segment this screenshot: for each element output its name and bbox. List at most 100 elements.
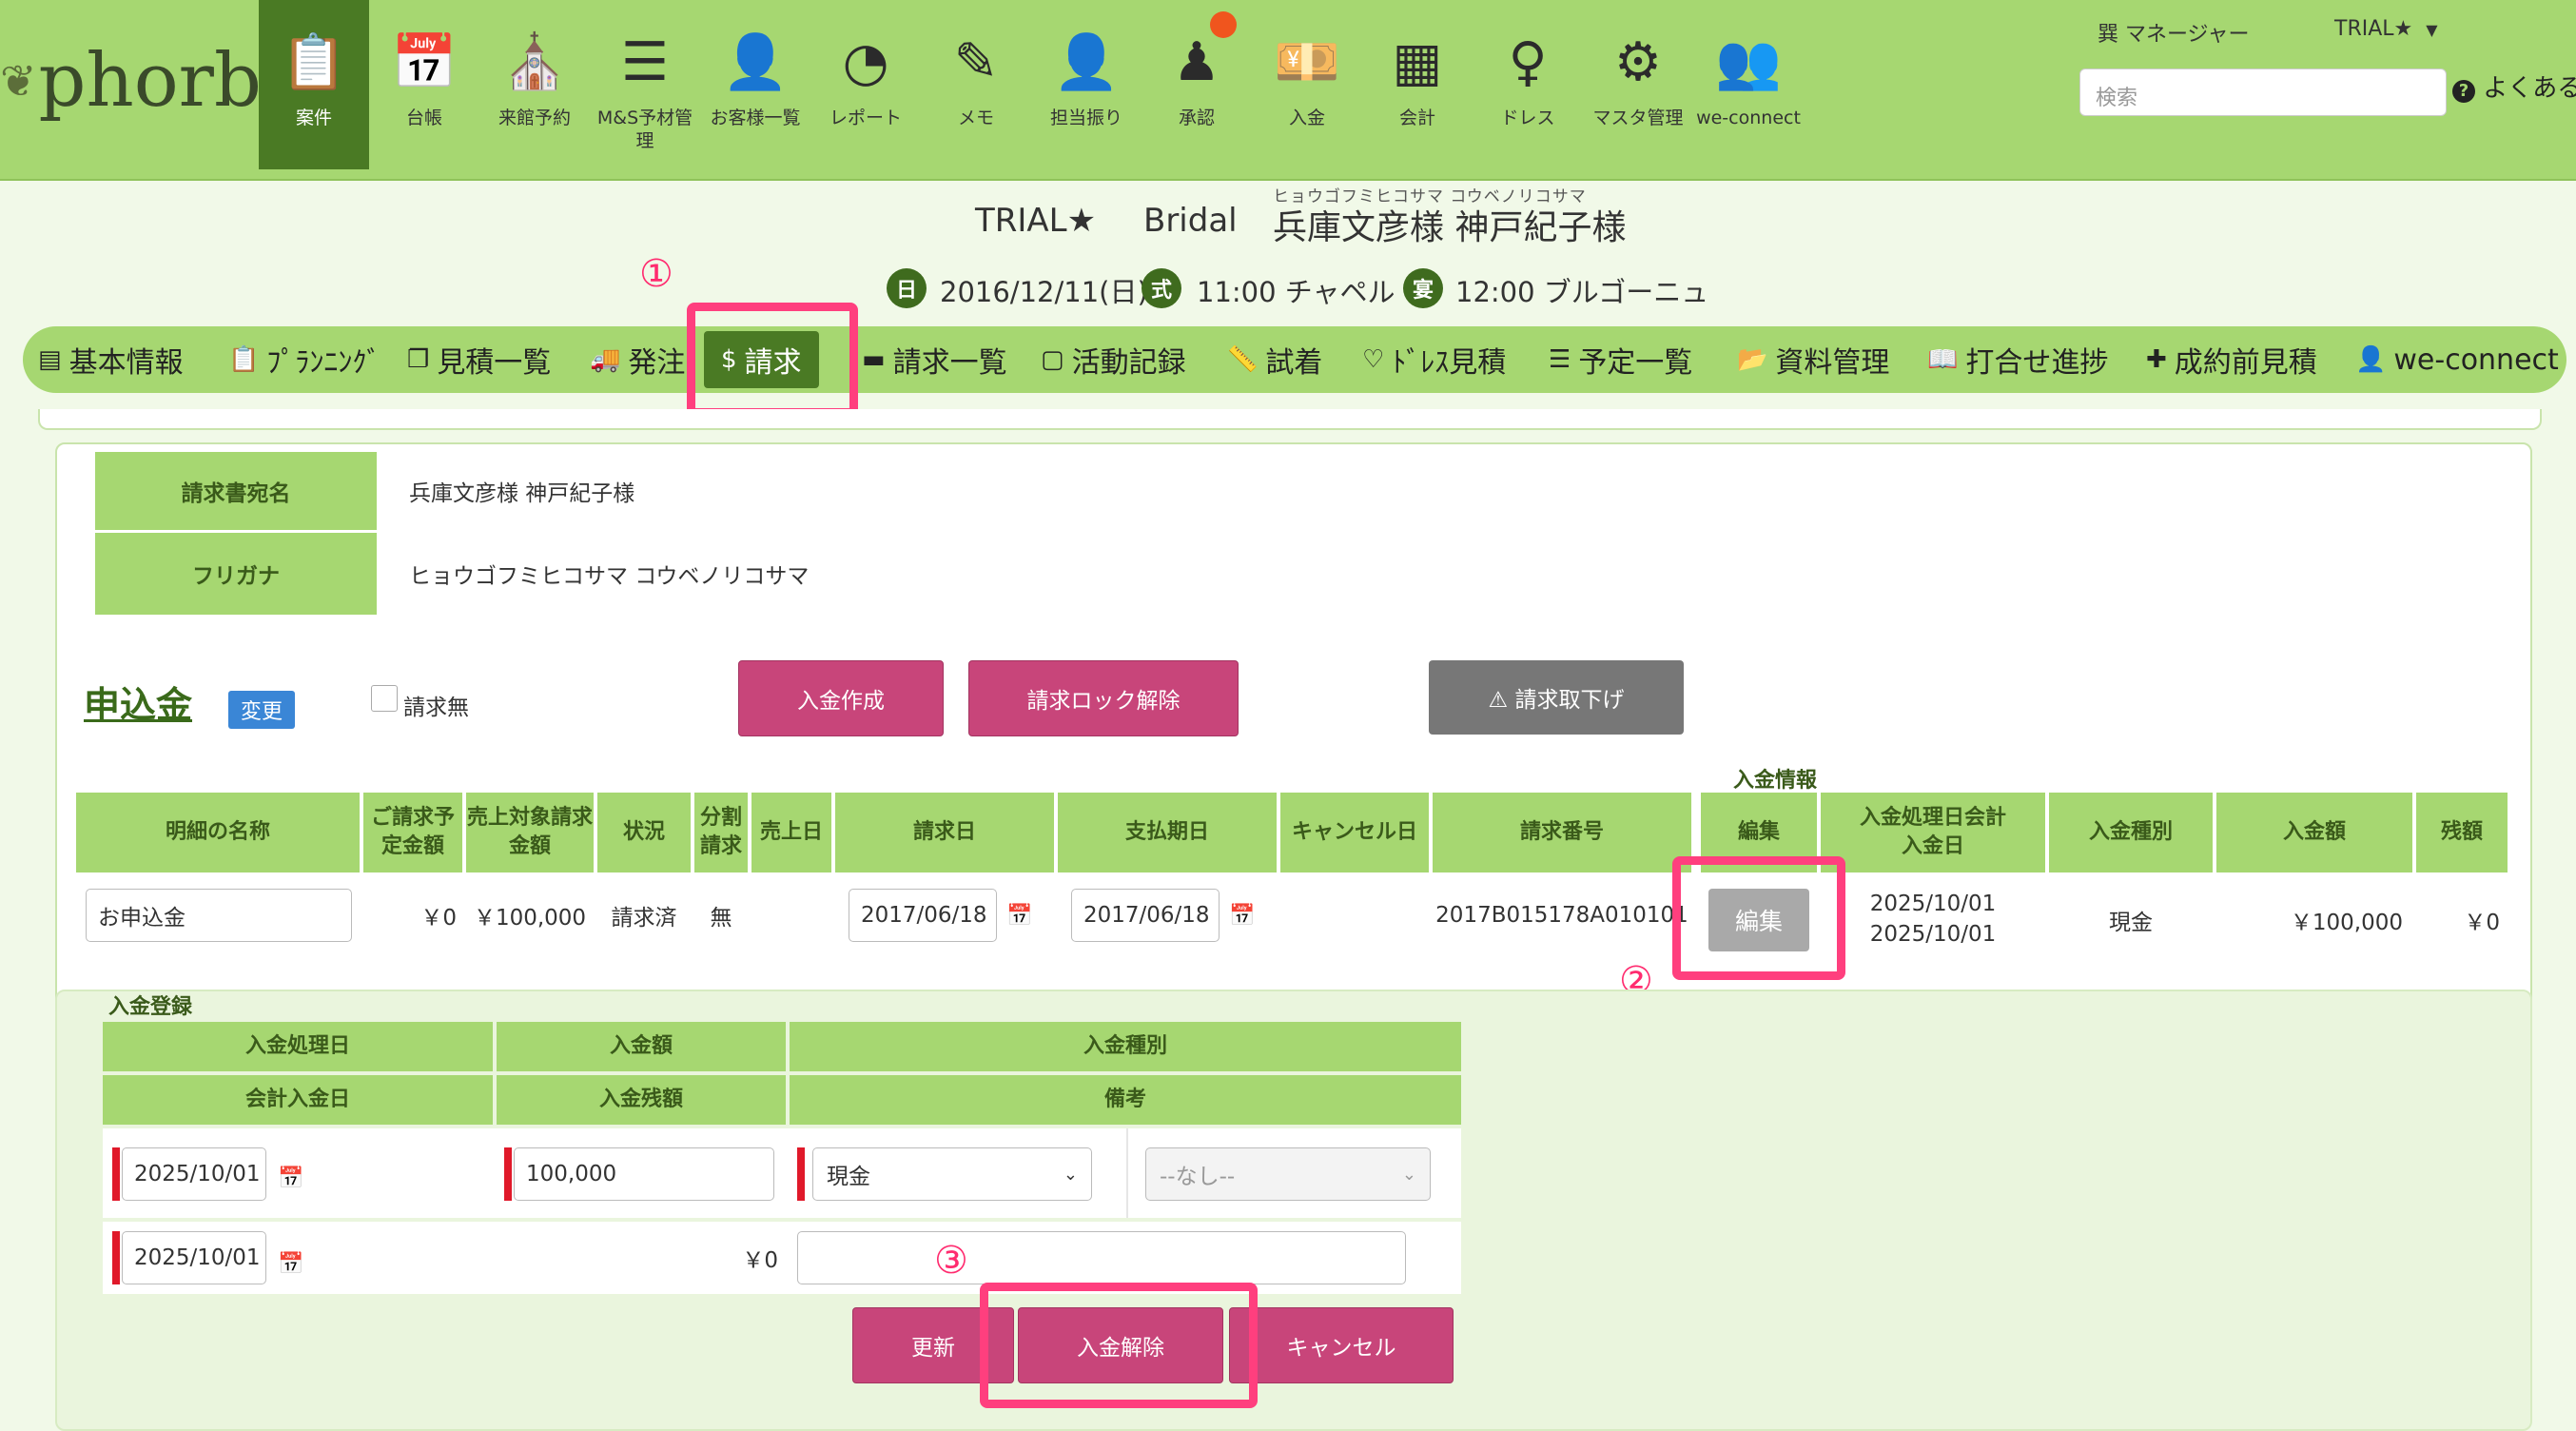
tab-5[interactable]: ▬ 請求一覧 [862, 326, 1007, 393]
required-marker [797, 1147, 805, 1201]
trial-dropdown[interactable]: TRIAL★ ▼ [2334, 17, 2438, 41]
nav-item-9[interactable]: 💴 入金 [1252, 0, 1362, 169]
account-date-input[interactable]: 2025/10/01 [122, 1231, 266, 1284]
tab-label: 資料管理 [1775, 346, 1890, 380]
tab-13[interactable]: 👤 we-connect [2355, 326, 2559, 393]
col-amount: 入金額 [497, 1022, 786, 1071]
create-payment-button[interactable]: 入金作成 [738, 660, 944, 736]
plan-name: TRIAL★ [975, 202, 1097, 240]
calendar-icon[interactable]: 📅 [278, 1252, 303, 1276]
nav-item-8[interactable]: ♟ 承認 [1142, 0, 1252, 169]
amount-input[interactable]: 100,000 [514, 1147, 774, 1201]
chevron-down-icon: ⌄ [1063, 1164, 1078, 1185]
nav-item-3[interactable]: ☰ M&S予材管理 [590, 0, 700, 169]
event-type: Bridal [1143, 202, 1238, 240]
users-gear-icon: 👥 [1715, 31, 1782, 93]
col-cancel-date: キャンセル日 [1280, 793, 1429, 872]
nav-item-2[interactable]: ⛪ 来館予約 [479, 0, 590, 169]
nav-item-label: 台帳 [405, 108, 442, 128]
col-process-date: 入金処理日会計入金日 [1821, 793, 2045, 872]
due-date-input[interactable]: 2017/06/18 [1071, 889, 1220, 942]
nav-item-12[interactable]: ⚙ マスタ管理 [1583, 0, 1693, 169]
col-payment-type: 入金種別 [2049, 793, 2213, 872]
col-invoice-number: 請求番号 [1433, 793, 1691, 872]
item-name-input[interactable]: お申込金 [86, 889, 352, 942]
tab-7[interactable]: 📏 試着 [1227, 326, 1322, 393]
file-plus-icon: ✚ [2146, 345, 2167, 374]
process-date-input[interactable]: 2025/10/01 [122, 1147, 266, 1201]
caret-down-icon: ▼ [2426, 21, 2438, 39]
note-input[interactable] [797, 1231, 1406, 1284]
tab-2[interactable]: ❐ 見積一覧 [407, 326, 551, 393]
balance-value: ￥0 [742, 1248, 778, 1273]
nav-item-label: 案件 [295, 108, 332, 128]
tab-11[interactable]: 📖 打合せ進捗 [1927, 326, 2108, 393]
calendar-icon[interactable]: 📅 [1229, 904, 1255, 928]
payment-type-select[interactable]: 現金 ⌄ [812, 1147, 1092, 1201]
list-icon: ☰ [1549, 345, 1571, 374]
nav-item-6[interactable]: ✎ メモ [921, 0, 1031, 169]
ceremony-time: 11:00 チャペル [1197, 276, 1395, 308]
calendar-icon: 📅 [391, 31, 458, 93]
manager-name[interactable]: 巽 マネージャー [2098, 17, 2249, 48]
paid-amount: ￥100,000 [2290, 911, 2403, 935]
addressee-label: 請求書宛名 [95, 452, 377, 530]
nav-item-1[interactable]: 📅 台帳 [369, 0, 479, 169]
calendar-icon[interactable]: 📅 [278, 1166, 303, 1190]
nav-item-10[interactable]: ▦ 会計 [1362, 0, 1473, 169]
nav-item-13[interactable]: 👥 we-connect [1693, 0, 1804, 169]
step-marker-3: ③ [934, 1239, 968, 1283]
tab-12[interactable]: ✚ 成約前見積 [2146, 326, 2317, 393]
nav-item-4[interactable]: 👤 お客様一覧 [700, 0, 810, 169]
tab-9[interactable]: ☰ 予定一覧 [1549, 326, 1692, 393]
tab-label: 予定一覧 [1578, 346, 1693, 380]
nav-item-0[interactable]: 📋 案件 [259, 0, 369, 169]
payment-subtype-select[interactable]: --なし-- ⌄ [1145, 1147, 1431, 1201]
tab-label: we-connect [2393, 343, 2559, 377]
nav-item-label: 会計 [1398, 108, 1435, 128]
tab-label: ﾌﾟﾗﾝﾆﾝｸﾞ [266, 346, 381, 380]
search-input[interactable]: 検索 [2079, 69, 2447, 116]
tab-1[interactable]: 📋 ﾌﾟﾗﾝﾆﾝｸﾞ [228, 326, 381, 393]
logo[interactable]: ❦ phorbs [0, 29, 300, 133]
calculator-icon: ▦ [1392, 31, 1443, 93]
tab-label: 見積一覧 [437, 346, 552, 380]
col-balance: 入金残額 [497, 1075, 786, 1125]
no-invoice-checkbox[interactable] [371, 685, 398, 712]
nav-item-label: マスタ管理 [1592, 108, 1684, 128]
nav-item-11[interactable]: ♀ ドレス [1473, 0, 1583, 169]
reception-time: 12:00 ブルゴーニュ [1455, 276, 1709, 308]
nav-item-7[interactable]: 👤 担当振り [1031, 0, 1142, 169]
withdraw-invoice-button[interactable]: ⚠ 請求取下げ [1429, 660, 1684, 735]
invoice-date-input[interactable]: 2017/06/18 [849, 889, 997, 942]
unlock-invoice-button[interactable]: 請求ロック解除 [968, 660, 1239, 736]
payment-type: 現金 [2109, 911, 2153, 935]
tab-3[interactable]: 🚚 発注 [590, 326, 685, 393]
faq-link[interactable]: ? よくある [2452, 69, 2576, 104]
col-sales-amount: 売上対象請求金額 [466, 793, 594, 872]
tab-10[interactable]: 📂 資料管理 [1737, 326, 1889, 393]
account-date: 2025/10/01 [1869, 922, 1997, 947]
tab-0[interactable]: ▤ 基本情報 [38, 326, 184, 393]
nav-item-5[interactable]: ◔ レポート [810, 0, 921, 169]
notification-dot [1210, 11, 1237, 38]
comment-icon: ▢ [1041, 345, 1064, 374]
heart-icon: ♡ [1362, 345, 1385, 374]
tab-8[interactable]: ♡ ﾄﾞﾚｽ見積 [1362, 326, 1506, 393]
furigana-label: フリガナ [95, 533, 377, 615]
col-payment-type: 入金種別 [790, 1022, 1461, 1071]
change-button[interactable]: 変更 [228, 691, 295, 729]
tab-label: 活動記録 [1071, 346, 1186, 380]
cancel-button[interactable]: キャンセル [1229, 1307, 1454, 1383]
calendar-icon[interactable]: 📅 [1006, 904, 1032, 928]
tab-label: 請求一覧 [892, 346, 1007, 380]
tab-label: 基本情報 [68, 346, 184, 380]
payment-register-title: 入金登録 [108, 995, 193, 1019]
id-card-icon: ▤ [38, 345, 62, 374]
addressee-value: 兵庫文彦様 神戸紀子様 [379, 452, 1064, 530]
tab-6[interactable]: ▢ 活動記録 [1041, 326, 1186, 393]
nav-item-label: 入金 [1288, 108, 1325, 128]
highlight-box-3 [980, 1283, 1258, 1408]
stamp-icon: ♟ [1172, 31, 1221, 93]
folder-icon: 📂 [1737, 345, 1768, 374]
